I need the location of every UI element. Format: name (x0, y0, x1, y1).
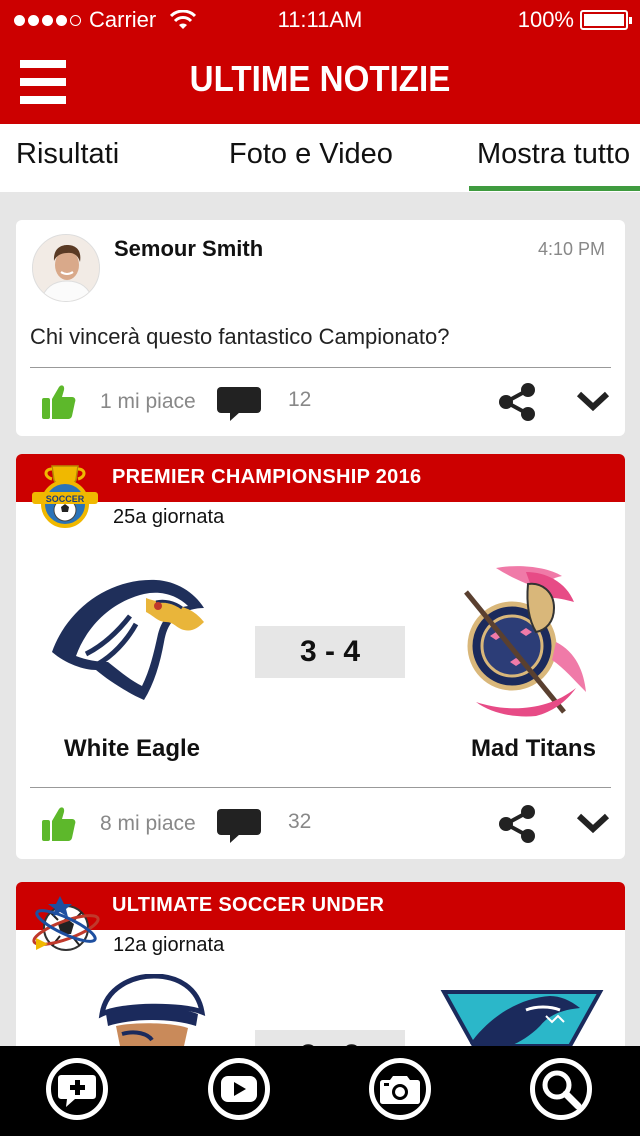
home-team-name[interactable]: White Eagle (64, 735, 200, 763)
divider (30, 787, 611, 788)
tab-foto-video[interactable]: Foto e Video (229, 138, 393, 171)
like-count: 8 mi piace (100, 812, 196, 835)
post-text: Chi vincerà questo fantastico Campionato… (30, 324, 450, 349)
post-author[interactable]: Semour Smith (114, 236, 263, 262)
white-eagle-logo-icon (52, 579, 204, 700)
video-play-icon (221, 1076, 257, 1102)
add-comment-icon (58, 1075, 96, 1107)
sailor-team-logo-icon (98, 974, 206, 1046)
divider (30, 367, 611, 368)
camera-button[interactable] (369, 1058, 431, 1120)
comment-icon[interactable] (216, 386, 262, 422)
chevron-down-icon[interactable] (576, 390, 610, 412)
comment-count: 32 (288, 810, 312, 833)
thumbs-up-icon[interactable] (42, 384, 76, 420)
league-name: ULTIMATE SOCCER UNDER (112, 894, 385, 916)
status-bar: Carrier 11:11AM 100% (0, 0, 640, 40)
battery-percent: 100% (517, 7, 574, 32)
league-name: PREMIER CHAMPIONSHIP 2016 (112, 466, 422, 488)
active-tab-indicator (469, 186, 640, 191)
thumbs-up-icon[interactable] (42, 806, 76, 842)
share-icon[interactable] (496, 382, 538, 422)
match-score: 3 - 4 (255, 626, 405, 678)
video-button[interactable] (208, 1058, 270, 1120)
shark-team-logo-icon (440, 990, 604, 1046)
league-banner: PREMIER CHAMPIONSHIP 2016 (16, 454, 625, 502)
tab-mostra-tutto[interactable]: Mostra tutto (477, 138, 630, 171)
match-round: 25a giornata (113, 506, 225, 528)
tab-bar: Risultati Foto e Video Mostra tutto (0, 124, 640, 192)
away-team-name[interactable]: Mad Titans (471, 735, 596, 763)
soccer-league-logo-icon: SOCCER (32, 465, 98, 528)
tab-risultati[interactable]: Risultati (16, 138, 119, 171)
camera-icon (380, 1076, 420, 1104)
chevron-down-icon[interactable] (576, 812, 610, 834)
comment-icon[interactable] (216, 808, 262, 844)
post-actions: 1 mi piace 12 (16, 376, 625, 426)
status-right: 100% (517, 7, 632, 33)
navigation-bar: ULTIME NOTIZIE (0, 40, 640, 124)
league-banner: ULTIMATE SOCCER UNDER (16, 882, 625, 930)
bottom-toolbar (0, 1046, 640, 1136)
search-button[interactable] (530, 1058, 592, 1120)
match-round: 12a giornata (113, 934, 225, 956)
post-time: 4:10 PM (537, 239, 605, 259)
avatar[interactable] (32, 234, 100, 302)
match-card[interactable]: PREMIER CHAMPIONSHIP 2016 SOCCER 25a gio… (16, 454, 625, 859)
ultimate-soccer-logo-icon (32, 896, 100, 951)
share-icon[interactable] (496, 804, 538, 844)
match-actions: 8 mi piace 32 (16, 798, 625, 848)
mad-titans-logo-icon (464, 566, 586, 717)
add-comment-button[interactable] (46, 1058, 108, 1120)
like-count: 1 mi piace (100, 390, 196, 413)
comment-count: 12 (288, 388, 312, 411)
post-card: Semour Smith 4:10 PM Chi vincerà questo … (16, 220, 625, 436)
battery-icon (580, 10, 632, 30)
search-icon (542, 1070, 582, 1110)
page-title: ULTIME NOTIZIE (189, 58, 451, 99)
svg-text:SOCCER: SOCCER (46, 494, 85, 504)
